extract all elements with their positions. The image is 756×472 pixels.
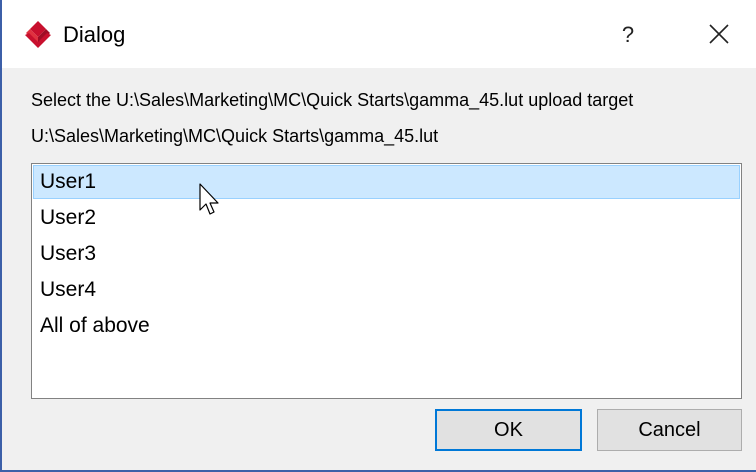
dialog-window: Dialog ? Select the U:\Sales\Marketing\M… — [0, 0, 756, 472]
list-item-user2[interactable]: User2 — [33, 201, 740, 235]
list-item-user3[interactable]: User3 — [33, 237, 740, 271]
list-item-user1[interactable]: User1 — [33, 165, 740, 199]
close-icon — [696, 24, 742, 58]
list-item-user4[interactable]: User4 — [33, 273, 740, 307]
window-title: Dialog — [63, 22, 126, 47]
help-button[interactable]: ? — [606, 18, 650, 52]
app-logo-icon — [23, 20, 53, 50]
mouse-pointer-icon — [199, 183, 225, 219]
close-button[interactable] — [696, 16, 742, 54]
ok-button[interactable]: OK — [435, 409, 582, 451]
list-item-all-of-above[interactable]: All of above — [33, 309, 740, 343]
prompt-label: Select the U:\Sales\Marketing\MC\Quick S… — [31, 90, 634, 110]
target-listbox[interactable]: User1 User2 User3 User4 All of above — [31, 163, 742, 399]
file-path-label: U:\Sales\Marketing\MC\Quick Starts\gamma… — [31, 126, 439, 146]
cancel-button[interactable]: Cancel — [597, 409, 742, 451]
title-bar[interactable]: Dialog ? — [2, 0, 756, 68]
